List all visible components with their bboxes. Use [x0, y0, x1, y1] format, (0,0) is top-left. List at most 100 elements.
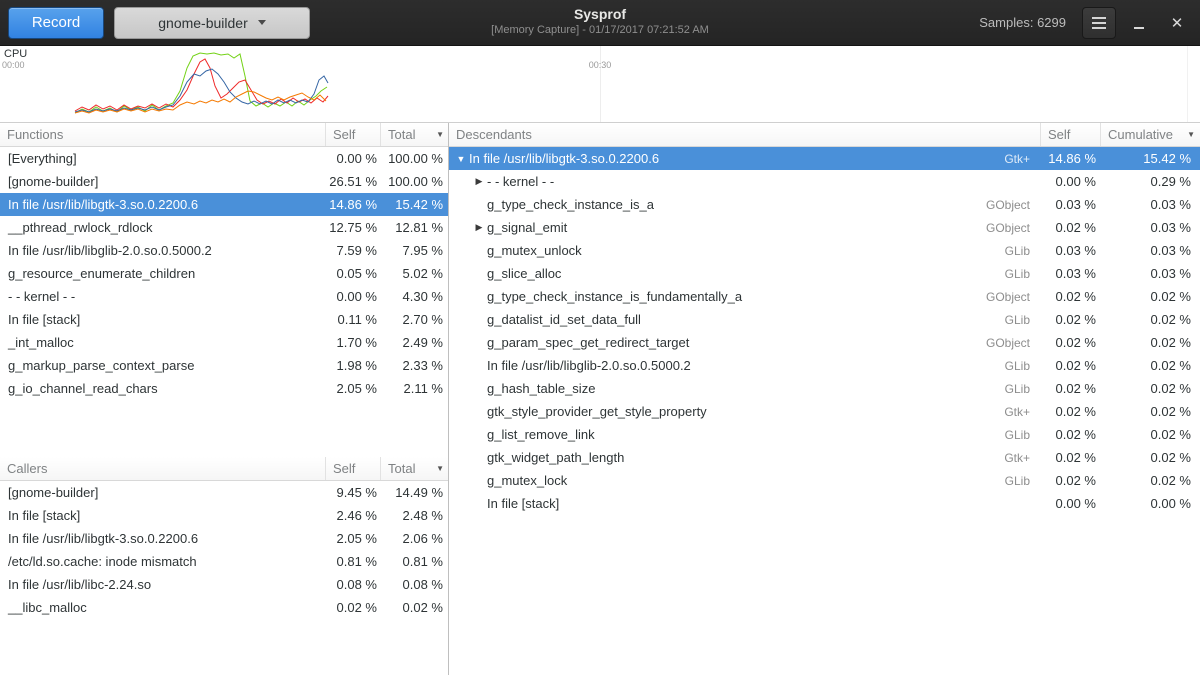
tree-row[interactable]: g_type_check_instance_is_fundamentally_a…: [449, 285, 1200, 308]
row-self-value: 0.02 %: [1040, 335, 1100, 350]
row-function-name: g_type_check_instance_is_a: [487, 197, 986, 212]
cpu-line-red: [75, 59, 328, 111]
table-row[interactable]: [gnome-builder]9.45 %14.49 %: [0, 481, 448, 504]
expander-open-icon[interactable]: ▼: [453, 154, 469, 164]
row-function-name: In file [stack]: [0, 312, 325, 327]
row-category-label: GObject: [986, 198, 1040, 212]
row-category-label: Gtk+: [1004, 405, 1040, 419]
row-function-name: In file /usr/lib/libglib-2.0.so.0.5000.2: [487, 358, 1005, 373]
descendants-cumulative-column-header[interactable]: Cumulative ▼: [1100, 123, 1200, 146]
tree-row[interactable]: g_slice_allocGLib0.03 %0.03 %: [449, 262, 1200, 285]
tree-row[interactable]: g_type_check_instance_is_aGObject0.03 %0…: [449, 193, 1200, 216]
left-pane: Functions Self Total ▼ [Everything]0.00 …: [0, 123, 448, 675]
row-self-value: 0.02 %: [1040, 358, 1100, 373]
row-self-value: 0.02 %: [1040, 404, 1100, 419]
cpu-usage-graph[interactable]: CPU 00:00 00:30: [0, 46, 1200, 122]
row-self-value: 0.02 %: [1040, 289, 1100, 304]
row-self-value: 0.02 %: [1040, 381, 1100, 396]
row-cumulative-value: 0.00 %: [1100, 496, 1200, 511]
table-row[interactable]: g_resource_enumerate_children0.05 %5.02 …: [0, 262, 448, 285]
functions-self-column-header[interactable]: Self: [325, 123, 380, 146]
row-category-label: GObject: [986, 221, 1040, 235]
close-icon: ✕: [1171, 14, 1184, 32]
descendants-self-column-header[interactable]: Self: [1040, 123, 1100, 146]
table-row[interactable]: In file /usr/lib/libc-2.24.so0.08 %0.08 …: [0, 573, 448, 596]
row-self-value: 0.02 %: [1040, 427, 1100, 442]
row-function-name: /etc/ld.so.cache: inode mismatch: [0, 554, 325, 569]
cpu-graph-canvas: [0, 46, 1200, 122]
row-function-name: In file [stack]: [487, 496, 1030, 511]
row-function-name: g_mutex_lock: [487, 473, 1005, 488]
row-total-value: 100.00 %: [380, 151, 448, 166]
descendants-table-header: Descendants Self Cumulative ▼: [449, 123, 1200, 147]
row-self-value: 14.86 %: [325, 197, 380, 212]
callers-total-column-label: Total: [388, 461, 415, 476]
minimize-button[interactable]: [1124, 7, 1154, 39]
table-row[interactable]: - - kernel - -0.00 %4.30 %: [0, 285, 448, 308]
tree-row[interactable]: ▶- - kernel - -0.00 %0.29 %: [449, 170, 1200, 193]
row-total-value: 2.49 %: [380, 335, 448, 350]
target-process-dropdown[interactable]: gnome-builder: [114, 7, 310, 39]
row-category-label: Gtk+: [1004, 451, 1040, 465]
minimize-icon: [1134, 27, 1144, 29]
row-function-name: __libc_malloc: [0, 600, 325, 615]
close-button[interactable]: ✕: [1162, 7, 1192, 39]
callers-column-header[interactable]: Callers: [0, 457, 325, 480]
tree-row[interactable]: g_list_remove_linkGLib0.02 %0.02 %: [449, 423, 1200, 446]
table-row[interactable]: _int_malloc1.70 %2.49 %: [0, 331, 448, 354]
table-row[interactable]: In file [stack]2.46 %2.48 %: [0, 504, 448, 527]
table-row[interactable]: /etc/ld.so.cache: inode mismatch0.81 %0.…: [0, 550, 448, 573]
tree-row[interactable]: In file [stack]0.00 %0.00 %: [449, 492, 1200, 515]
header-right-controls: Samples: 6299 ✕: [979, 7, 1192, 39]
row-self-value: 9.45 %: [325, 485, 380, 500]
row-cumulative-value: 0.02 %: [1100, 427, 1200, 442]
tree-row[interactable]: gtk_style_provider_get_style_propertyGtk…: [449, 400, 1200, 423]
descendants-column-header[interactable]: Descendants: [449, 123, 1040, 146]
table-row[interactable]: In file [stack]0.11 %2.70 %: [0, 308, 448, 331]
tree-row[interactable]: gtk_widget_path_lengthGtk+0.02 %0.02 %: [449, 446, 1200, 469]
tree-row[interactable]: g_param_spec_get_redirect_targetGObject0…: [449, 331, 1200, 354]
tree-row[interactable]: ▶g_signal_emitGObject0.02 %0.03 %: [449, 216, 1200, 239]
sort-indicator-icon: ▼: [1183, 130, 1195, 139]
expander-closed-icon[interactable]: ▶: [471, 176, 487, 187]
row-function-name: g_hash_table_size: [487, 381, 1005, 396]
row-self-value: 0.02 %: [1040, 220, 1100, 235]
table-row[interactable]: g_io_channel_read_chars2.05 %2.11 %: [0, 377, 448, 400]
row-function-name: [Everything]: [0, 151, 325, 166]
table-row[interactable]: [gnome-builder]26.51 %100.00 %: [0, 170, 448, 193]
table-row[interactable]: __libc_malloc0.02 %0.02 %: [0, 596, 448, 619]
row-total-value: 100.00 %: [380, 174, 448, 189]
row-total-value: 2.06 %: [380, 531, 448, 546]
table-row[interactable]: In file /usr/lib/libglib-2.0.so.0.5000.2…: [0, 239, 448, 262]
row-self-value: 0.81 %: [325, 554, 380, 569]
functions-total-column-header[interactable]: Total ▼: [380, 123, 448, 146]
row-function-name: In file /usr/lib/libgtk-3.so.0.2200.6: [0, 197, 325, 212]
callers-total-column-header[interactable]: Total ▼: [380, 457, 448, 480]
tree-row[interactable]: g_mutex_unlockGLib0.03 %0.03 %: [449, 239, 1200, 262]
table-row[interactable]: __pthread_rwlock_rdlock12.75 %12.81 %: [0, 216, 448, 239]
tree-row[interactable]: ▼In file /usr/lib/libgtk-3.so.0.2200.6Gt…: [449, 147, 1200, 170]
tree-row[interactable]: In file /usr/lib/libglib-2.0.so.0.5000.2…: [449, 354, 1200, 377]
expander-closed-icon[interactable]: ▶: [471, 222, 487, 233]
table-row[interactable]: [Everything]0.00 %100.00 %: [0, 147, 448, 170]
callers-self-column-header[interactable]: Self: [325, 457, 380, 480]
row-category-label: GLib: [1005, 267, 1040, 281]
record-button[interactable]: Record: [8, 7, 104, 39]
tree-row[interactable]: g_mutex_lockGLib0.02 %0.02 %: [449, 469, 1200, 492]
tree-row[interactable]: g_hash_table_sizeGLib0.02 %0.02 %: [449, 377, 1200, 400]
row-function-name: g_resource_enumerate_children: [0, 266, 325, 281]
table-row[interactable]: In file /usr/lib/libgtk-3.so.0.2200.62.0…: [0, 527, 448, 550]
menu-button[interactable]: [1082, 7, 1116, 39]
row-function-name: In file /usr/lib/libglib-2.0.so.0.5000.2: [0, 243, 325, 258]
functions-column-header[interactable]: Functions: [0, 123, 325, 146]
tree-row[interactable]: g_datalist_id_set_data_fullGLib0.02 %0.0…: [449, 308, 1200, 331]
table-row[interactable]: g_markup_parse_context_parse1.98 %2.33 %: [0, 354, 448, 377]
row-self-value: 7.59 %: [325, 243, 380, 258]
row-self-value: 26.51 %: [325, 174, 380, 189]
row-function-name: In file /usr/lib/libc-2.24.so: [0, 577, 325, 592]
row-self-value: 0.02 %: [1040, 450, 1100, 465]
row-total-value: 2.11 %: [380, 381, 448, 396]
row-total-value: 2.70 %: [380, 312, 448, 327]
row-self-value: 0.03 %: [1040, 197, 1100, 212]
table-row[interactable]: In file /usr/lib/libgtk-3.so.0.2200.614.…: [0, 193, 448, 216]
